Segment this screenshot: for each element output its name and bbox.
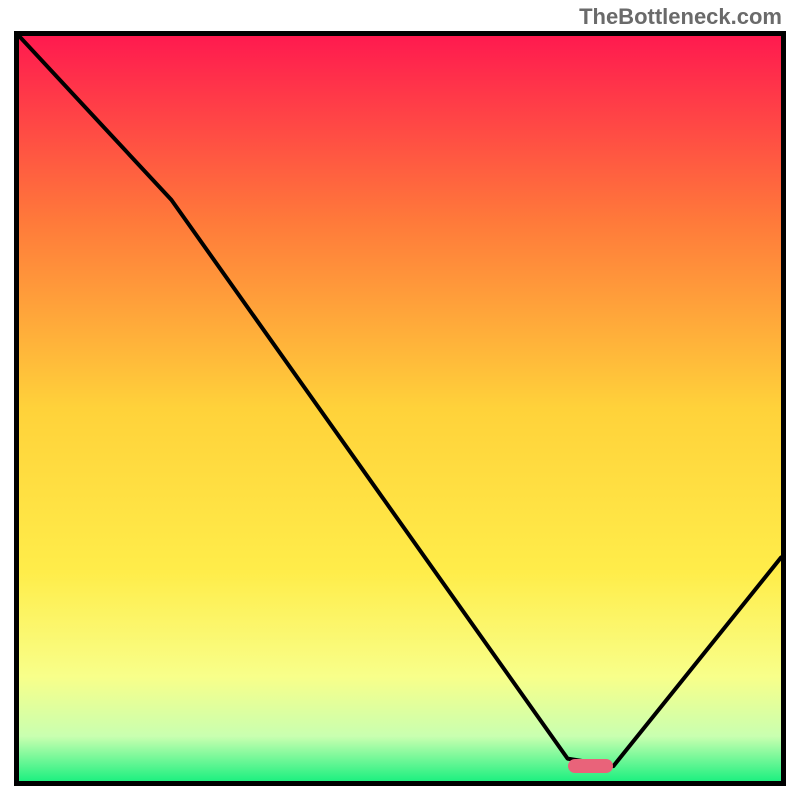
line-curve — [19, 36, 781, 781]
plot-area — [19, 36, 781, 781]
watermark-text: TheBottleneck.com — [579, 4, 782, 30]
optimal-marker — [568, 759, 614, 773]
chart-frame — [14, 31, 786, 786]
